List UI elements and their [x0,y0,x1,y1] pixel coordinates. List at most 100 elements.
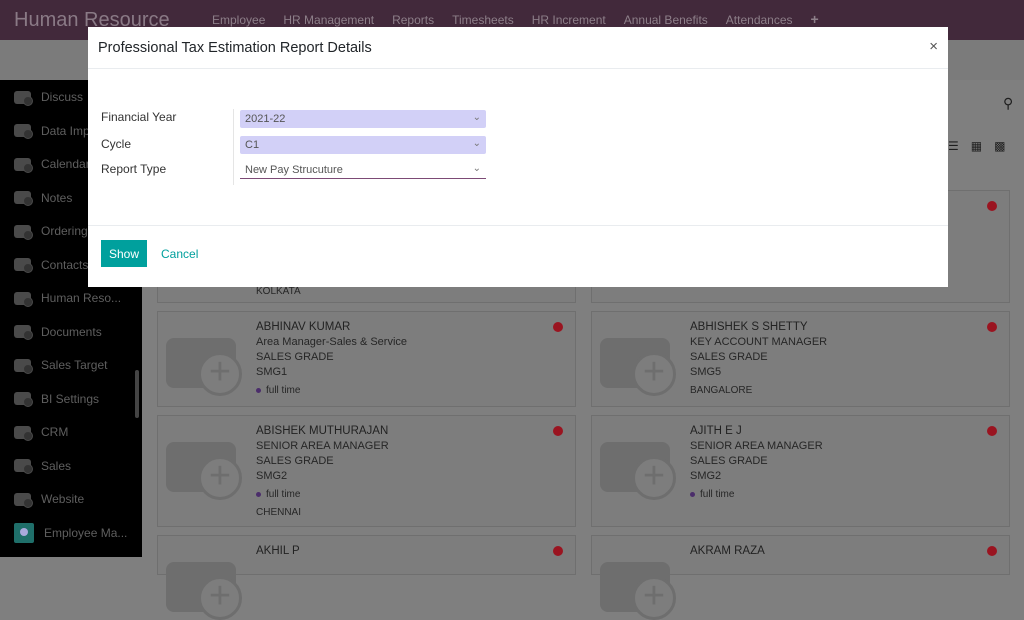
camera-icon: + [166,434,244,500]
sidebar-item[interactable]: CRM [14,422,68,442]
cycle-select[interactable]: C1 ⌄ [240,136,486,154]
employee-card[interactable]: + ABHISHEK S SHETTY KEY ACCOUNT MANAGER SAL… [591,311,1010,407]
camera-icon: + [166,554,244,620]
grid-icon[interactable]: ▦ [971,139,982,153]
sidebar-item[interactable]: Documents [14,322,102,342]
camera-icon: + [600,330,678,396]
sidebar-item-label: Website [41,492,85,506]
status-dot [987,322,997,332]
kanban-icon[interactable]: ▩ [994,139,1005,153]
sidebar-item[interactable]: Employee Ma... [14,522,128,543]
sidebar-item[interactable]: Contacts [14,255,88,275]
employee-detail: SALES GRADE [690,455,768,467]
camera-icon [14,459,33,474]
sidebar-item[interactable]: Calendar [14,154,90,174]
employee-detail: SALES GRADE [256,455,334,467]
chevron-down-icon: ⌄ [472,138,481,149]
camera-icon [14,392,33,407]
sidebar-item-label: Sales [41,458,72,473]
employee-detail: SMG1 [256,366,288,378]
employee-detail: SENIOR AREA MANAGER [256,440,389,452]
status-dot [553,322,563,332]
sidebar-item[interactable]: Ordering [14,221,88,241]
report-type-label: Report Type [101,162,167,176]
employee-tag: full time [690,487,823,502]
camera-icon [14,425,33,441]
camera-icon: + [600,434,678,500]
menu-item[interactable]: Reports [392,13,434,27]
employee-card[interactable]: + AKHIL P [157,535,576,620]
employee-detail: SENIOR AREA MANAGER [690,440,823,452]
status-dot [553,426,563,436]
employee-name: AJITH E J [690,425,742,437]
camera-icon [14,157,33,173]
sidebar-item-label: Employee Ma... [44,525,128,540]
status-dot [987,426,997,436]
camera-icon [14,191,33,206]
employee-location: BANGALORE [690,385,753,396]
employee-tag: full time [256,383,407,398]
menu-item[interactable]: Timesheets [452,13,514,27]
search-icon[interactable]: ⚲ [1003,95,1013,112]
financial-year-select[interactable]: 2021-22 ⌄ [240,110,486,128]
financial-year-value: 2021-22 [245,113,286,125]
list-icon[interactable]: ☰ [948,139,959,153]
employee-detail: KEY ACCOUNT MANAGER [690,336,828,348]
employee-location: CHENNAI [256,507,302,518]
cycle-value: C1 [245,139,260,151]
employee-detail: SALES GRADE [690,351,768,363]
sidebar-item[interactable]: Data Imp [14,121,90,141]
sidebar-item-label: Notes [41,190,73,205]
menu-item[interactable]: Attendances [726,13,793,27]
employee-card[interactable]: + AKRAM RAZA [591,535,1010,620]
menu-item[interactable]: Annual Benefits [624,13,708,27]
close-icon[interactable]: × [929,38,938,55]
view-switcher: ☰ ▦ ▩ [948,139,1005,153]
show-button[interactable]: Show [101,240,147,267]
sidebar-scrollbar[interactable] [135,370,139,418]
sidebar-item[interactable]: Sales Target [14,355,108,375]
sidebar-item[interactable]: BI Settings [14,389,99,409]
status-dot [553,546,563,556]
employee-name: ABHISHEK S SHETTY [690,321,808,333]
report-type-select[interactable]: New Pay Strucuture ⌄ [240,161,486,179]
sidebar-item[interactable]: Sales [14,456,71,476]
add-menu-icon[interactable]: + [811,11,819,27]
employee-detail: SMG2 [690,470,722,482]
report-dialog: Professional Tax Estimation Report Detai… [88,27,948,287]
sidebar-item-label: Discuss [41,90,84,104]
employee-card[interactable]: + ABISHEK MUTHURAJAN SENIOR AREA MANAGER SA… [157,415,576,527]
employee-tag: full time [256,487,389,502]
employee-detail: SALES GRADE [256,351,334,363]
sidebar-item[interactable]: Discuss [14,87,83,107]
map-pin-icon [14,522,34,543]
camera-icon [14,492,33,508]
camera-icon [14,124,33,139]
status-dot [987,546,997,556]
employee-card[interactable]: + AJITH E J SENIOR AREA MANAGER SALES GRADE… [591,415,1010,527]
report-type-value: New Pay Strucuture [245,164,343,176]
sidebar-item-label: Documents [41,324,102,339]
sidebar-item[interactable]: Website [14,489,84,509]
camera-icon: + [600,554,678,620]
employee-detail: Area Manager-Sales & Service [256,336,408,348]
sidebar-item-label: Ordering [41,224,88,238]
divider [233,109,234,185]
cancel-button[interactable]: Cancel [161,247,198,261]
employee-name: ABHINAV KUMAR [256,321,351,333]
main-menu: Employee HR Management Reports Timesheets HR… [212,11,819,27]
sidebar-item[interactable]: Notes [14,188,72,208]
camera-icon [14,358,33,374]
camera-icon: + [166,330,244,396]
employee-detail: SMG2 [256,470,288,482]
sidebar-item-label: BI Settings [41,391,100,406]
employee-card[interactable]: + ABHINAV KUMAR Area Manager-Sales & Servi… [157,311,576,407]
dialog-title: Professional Tax Estimation Report Detai… [98,40,372,56]
sidebar-item[interactable]: Human Reso... [14,288,121,308]
menu-item[interactable]: HR Management [283,13,374,27]
sidebar-item-label: Contacts [41,257,89,272]
menu-item[interactable]: HR Increment [532,13,606,27]
sidebar-item-label: Calendar [41,157,90,171]
menu-item[interactable]: Employee [212,13,265,27]
chevron-down-icon: ⌄ [472,112,481,123]
